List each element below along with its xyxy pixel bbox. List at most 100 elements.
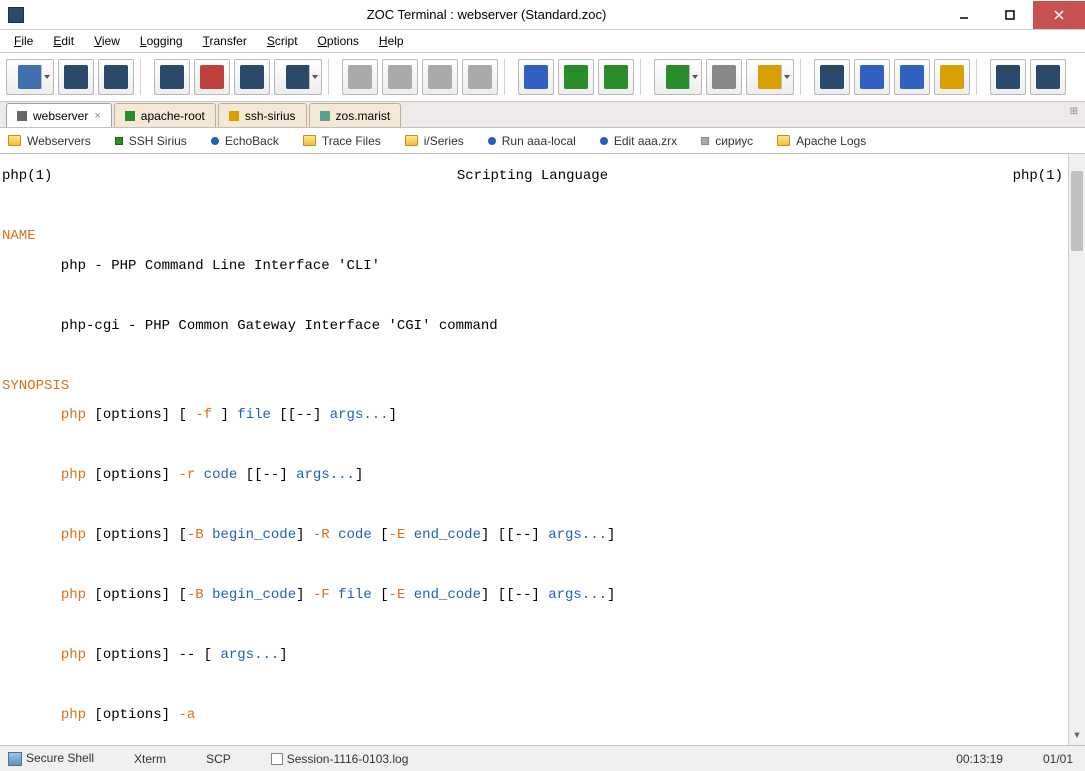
toolbar-tab-new-button[interactable] <box>154 59 190 95</box>
dropdown-icon[interactable] <box>41 65 51 89</box>
dropdown-icon[interactable] <box>781 65 791 89</box>
title-bar: ZOC Terminal : webserver (Standard.zoc) <box>0 0 1085 30</box>
quickbar-------[interactable]: сириус <box>701 134 753 148</box>
toolbar-play-button[interactable] <box>654 59 702 95</box>
tab-ssh-sirius[interactable]: ssh-sirius <box>218 103 307 127</box>
download-icon <box>524 65 548 89</box>
quickbar-label: сириус <box>715 134 753 148</box>
toolbar-clip2-button[interactable] <box>462 59 498 95</box>
edit-icon <box>758 65 782 89</box>
status-log: Session-1116-0103.log <box>271 752 409 766</box>
tabs-overflow-icon[interactable]: ⊞ <box>1070 106 1079 117</box>
quickbar-ssh-sirius[interactable]: SSH Sirius <box>115 134 187 148</box>
toolbar-tab-list-button[interactable] <box>274 59 322 95</box>
toolbar-options-button[interactable] <box>894 59 930 95</box>
close-button[interactable] <box>1033 1 1085 29</box>
maximize-button[interactable] <box>987 1 1033 29</box>
tab-label: ssh-sirius <box>245 109 296 123</box>
tab-label: zos.marist <box>336 109 391 123</box>
disconnect-icon <box>104 65 128 89</box>
dropdown-icon[interactable] <box>689 65 699 89</box>
toolbar-textupload-button[interactable] <box>598 59 634 95</box>
toolbar-disconnect-button[interactable] <box>98 59 134 95</box>
tab-webserver[interactable]: webserver × <box>6 103 112 127</box>
tab-strip: webserver × apache-root ssh-sirius zos.maris… <box>0 102 1085 128</box>
clip2-icon <box>468 65 492 89</box>
tab-close-icon <box>200 65 224 89</box>
scroll-thumb[interactable] <box>1071 171 1083 251</box>
menu-script[interactable]: Script <box>257 32 308 50</box>
toolbar-globe-button[interactable] <box>854 59 890 95</box>
quickbar-i-series[interactable]: i/Series <box>405 134 464 148</box>
menu-help[interactable]: Help <box>369 32 414 50</box>
tab-apache-root[interactable]: apache-root <box>114 103 216 127</box>
quick-bar: Webservers SSH Sirius EchoBack Trace Files i… <box>0 128 1085 154</box>
toolbar-tool-b-button[interactable] <box>1030 59 1066 95</box>
status-time: 00:13:19 <box>956 752 1003 766</box>
menu-file[interactable]: File <box>4 32 43 50</box>
lock-icon <box>8 752 22 766</box>
status-connection: Secure Shell <box>8 751 94 766</box>
tab-label: webserver <box>33 109 88 123</box>
toolbar-colors-button[interactable] <box>814 59 850 95</box>
tool-a-icon <box>996 65 1020 89</box>
quickbar-label: i/Series <box>424 134 464 148</box>
toolbar-tab-dup-button[interactable] <box>234 59 270 95</box>
upload-icon <box>564 65 588 89</box>
tab-status-icon <box>229 111 239 121</box>
copy-icon <box>348 65 372 89</box>
quickbar-trace-files[interactable]: Trace Files <box>303 134 381 148</box>
quickbar-edit-aaa-zrx[interactable]: Edit aaa.zrx <box>600 134 677 148</box>
toolbar-hosts-button[interactable] <box>6 59 54 95</box>
toolbar-tab-close-button[interactable] <box>194 59 230 95</box>
menu-edit[interactable]: Edit <box>43 32 84 50</box>
green-sq-icon <box>115 137 123 145</box>
toolbar-edit-button[interactable] <box>746 59 794 95</box>
globe-icon <box>860 65 884 89</box>
status-term: Xterm <box>134 752 166 766</box>
toolbar-tool-a-button[interactable] <box>990 59 1026 95</box>
menu-options[interactable]: Options <box>308 32 369 50</box>
folder-icon <box>303 135 316 146</box>
grey-sq-icon <box>701 137 709 145</box>
app-icon <box>8 7 24 23</box>
tab-close-icon[interactable]: × <box>94 110 100 122</box>
tab-label: apache-root <box>141 109 205 123</box>
toolbar-download-button[interactable] <box>518 59 554 95</box>
quickbar-webservers[interactable]: Webservers <box>8 134 91 148</box>
folder-icon <box>777 135 790 146</box>
toolbar-stop-button[interactable] <box>706 59 742 95</box>
quickbar-label: Webservers <box>27 134 91 148</box>
tab-status-icon <box>17 111 27 121</box>
blue-dot-icon <box>488 137 496 145</box>
paste-icon <box>388 65 412 89</box>
quickbar-apache-logs[interactable]: Apache Logs <box>777 134 866 148</box>
terminal-scrollbar[interactable]: ▴ ▾ <box>1068 154 1085 745</box>
folder-icon <box>940 65 964 89</box>
window-controls <box>941 1 1085 29</box>
quickbar-run-aaa-local[interactable]: Run aaa-local <box>488 134 576 148</box>
toolbar-folder-button[interactable] <box>934 59 970 95</box>
toolbar-connect-button[interactable] <box>58 59 94 95</box>
terminal-view[interactable]: php(1)Scripting Languagephp(1) NAME php … <box>0 154 1085 745</box>
menu-view[interactable]: View <box>84 32 130 50</box>
tab-dup-icon <box>240 65 264 89</box>
dropdown-icon[interactable] <box>309 65 319 89</box>
toolbar-upload-button[interactable] <box>558 59 594 95</box>
blue-dot-icon <box>211 137 219 145</box>
status-page: 01/01 <box>1043 752 1073 766</box>
section-synopsis: SYNOPSIS <box>2 378 69 394</box>
log-checkbox[interactable] <box>271 753 283 765</box>
toolbar-copy-button[interactable] <box>342 59 378 95</box>
tab-list-icon <box>286 65 310 89</box>
toolbar-clip1-button[interactable] <box>422 59 458 95</box>
minimize-button[interactable] <box>941 1 987 29</box>
tab-zos-marist[interactable]: zos.marist <box>309 103 402 127</box>
scroll-down-icon[interactable]: ▾ <box>1069 728 1085 745</box>
menu-transfer[interactable]: Transfer <box>193 32 257 50</box>
menu-logging[interactable]: Logging <box>130 32 193 50</box>
quickbar-echoback[interactable]: EchoBack <box>211 134 279 148</box>
connect-icon <box>64 65 88 89</box>
man-header-left: php(1) <box>2 169 52 184</box>
toolbar-paste-button[interactable] <box>382 59 418 95</box>
